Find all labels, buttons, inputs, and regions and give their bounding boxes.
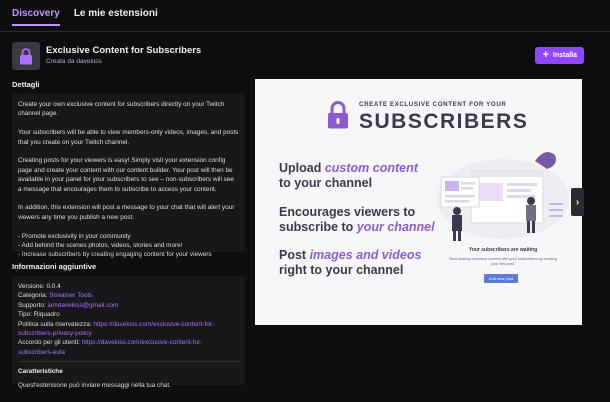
info-divider: [18, 361, 239, 363]
category-row: Categoria: Streamer Tools: [18, 291, 239, 300]
preview-line-upload: Upload custom content to your channel: [279, 161, 418, 190]
extension-author[interactable]: Creata da davekiss: [46, 58, 102, 65]
preview-waiting-title: Your subscribers are waiting: [468, 247, 538, 253]
chevron-right-icon: ›: [575, 196, 580, 208]
extension-preview-image[interactable]: CREATE EXCLUSIVE CONTENT FOR YOUR SUBSCR…: [255, 79, 582, 325]
type-label: Tipo:: [18, 311, 32, 319]
eula-link[interactable]: https://davekiss.com/exclusive-content-f…: [82, 339, 203, 346]
features-text: Quest'estensione può inviare messaggi ne…: [18, 381, 171, 389]
details-paragraph: Creating posts for your viewers is easy!…: [18, 157, 234, 193]
tab-my-extensions[interactable]: Le mie estensioni: [74, 8, 158, 26]
info-heading: Informazioni aggiuntive: [12, 262, 97, 271]
details-bullets: - Promote exclusivity in your community …: [18, 232, 239, 260]
post-emphasis: images and videos: [309, 248, 422, 262]
privacy-link-continued[interactable]: subscribers-privacy-policy: [18, 329, 239, 338]
privacy-link[interactable]: https://davekiss.com/exclusive-content-f…: [93, 321, 214, 328]
preview-add-post-button: Add new post: [484, 274, 518, 283]
category-link[interactable]: Streamer Tools: [49, 292, 92, 299]
features-heading: Caratteristiche: [18, 368, 63, 376]
preview-header: CREATE EXCLUSIVE CONTENT FOR YOUR SUBSCR…: [327, 101, 528, 134]
upload-text: Upload: [279, 161, 325, 175]
preview-lock-icon: [328, 101, 348, 129]
details-heading: Dettagli: [12, 80, 40, 89]
type-row: Tipo: Riquadro: [18, 310, 239, 319]
details-paragraph: Your subscribers will be able to view me…: [18, 129, 239, 146]
details-paragraph: In addition, this extension will post a …: [18, 204, 235, 221]
preview-line-encourage: Encourages viewers to subscribe to your …: [279, 205, 435, 234]
encourage-text-2: subscribe to: [279, 219, 357, 234]
details-card: Create your own exclusive content for su…: [12, 94, 245, 258]
install-label: Installa: [552, 52, 577, 59]
type-value: Riquadro: [33, 311, 60, 319]
upload-emphasis: custom content: [324, 161, 418, 175]
category-label: Categoria:: [18, 292, 48, 300]
version-value: 0.0.4: [46, 283, 61, 290]
bullet-item: - Increase subscribers by creating engag…: [18, 251, 212, 259]
privacy-label: Politica sulla riservatezza:: [18, 320, 92, 328]
version-label: Versione:: [18, 283, 45, 290]
preview-waiting-subtitle: Start sharing exclusive content with you…: [448, 257, 558, 266]
encourage-emphasis: your channel: [356, 219, 435, 234]
support-label: Supporto:: [18, 301, 46, 309]
tab-discovery[interactable]: Discovery: [12, 8, 60, 26]
subscriber-illustration: [437, 152, 569, 241]
preview-small-title: CREATE EXCLUSIVE CONTENT FOR YOUR: [359, 101, 507, 108]
support-email-link[interactable]: iamdavekiss@gmail.com: [48, 302, 119, 309]
eula-label: Accordo per gli utenti:: [18, 339, 80, 347]
support-row: Supporto: iamdavekiss@gmail.com: [18, 301, 239, 310]
install-button[interactable]: + Installa: [535, 47, 584, 64]
tab-divider: [0, 31, 610, 32]
extension-title: Exclusive Content for Subscribers: [46, 45, 202, 56]
post-text: Post: [279, 248, 310, 262]
upload-text-2: to your channel: [279, 175, 373, 190]
info-card: Versione: 0.0.4 Categoria: Streamer Tool…: [12, 276, 245, 389]
version-row: Versione: 0.0.4: [18, 282, 239, 291]
preview-line-post: Post images and videos right to your cha…: [279, 248, 421, 277]
post-text-2: right to your channel: [279, 262, 404, 277]
details-paragraph: Create your own exclusive content for su…: [18, 101, 225, 118]
bullet-item: - Promote exclusivity in your community: [18, 232, 131, 240]
eula-link-continued[interactable]: subscribers-eula: [18, 348, 239, 357]
eula-row: Accordo per gli utenti: https://davekiss…: [18, 338, 239, 347]
plus-icon: +: [542, 49, 549, 61]
preview-big-title: SUBSCRIBERS: [359, 110, 529, 133]
privacy-row: Politica sulla riservatezza: https://dav…: [18, 320, 239, 329]
extension-lock-icon: [12, 42, 40, 70]
tab-bar: Discovery Le mie estensioni: [12, 8, 158, 26]
encourage-text: Encourages viewers to: [279, 205, 416, 219]
next-image-button[interactable]: ›: [571, 188, 584, 216]
bullet-item: - Add behind the scenes photos, videos, …: [18, 242, 183, 250]
